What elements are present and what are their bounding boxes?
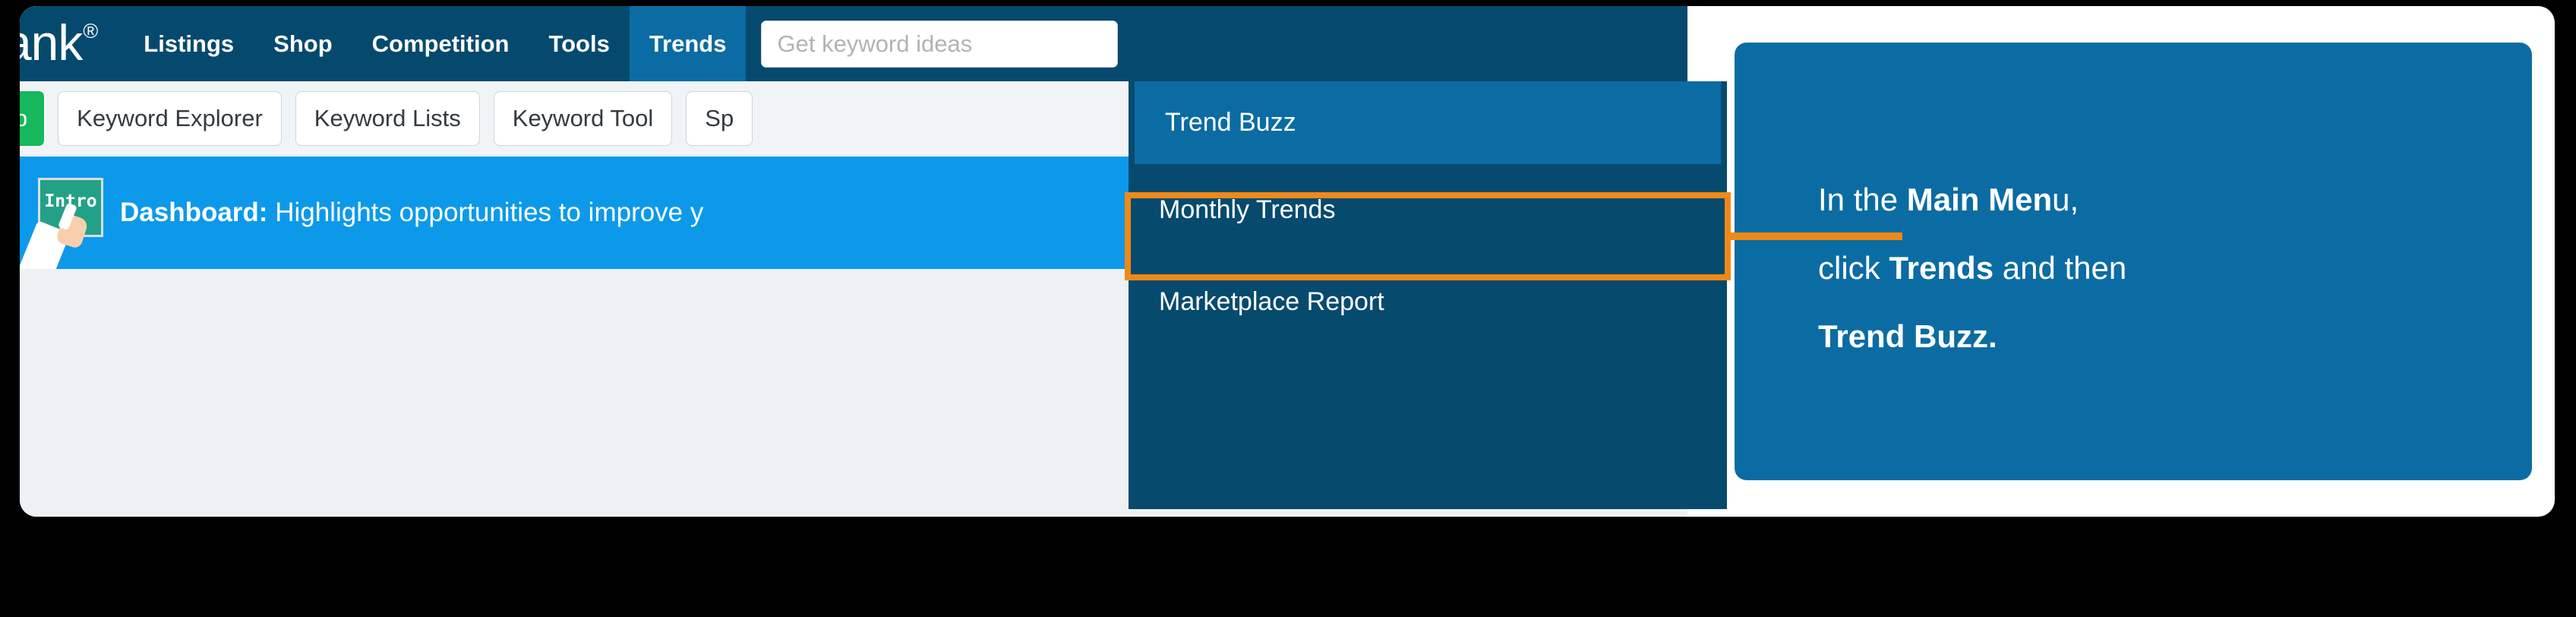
toolbar-button-keyword-explorer[interactable]: Keyword Explorer — [58, 90, 282, 146]
nav-item-shop[interactable]: Shop — [254, 6, 352, 81]
banner-text: Dashboard: Highlights opportunities to i… — [120, 198, 703, 228]
banner-title: Dashboard: — [120, 198, 268, 227]
banner-description: Highlights opportunities to improve y — [275, 198, 704, 227]
erank-logo[interactable]: rank® — [20, 14, 98, 71]
nav-item-competition[interactable]: Competition — [352, 6, 529, 81]
callout-line-2: click Trends and then — [1818, 252, 2532, 284]
keyword-search-input[interactable]: Get keyword ideas — [761, 20, 1119, 68]
menu-item-trend-buzz[interactable]: Trend Buzz — [1135, 81, 1721, 164]
menu-item-monthly-trends[interactable]: Monthly Trends — [1129, 164, 1727, 256]
callout-line1-bold: Main Men — [1906, 182, 2053, 217]
callout-line2-part3: and then — [1994, 250, 2127, 286]
nav-item-trends[interactable]: Trends — [629, 6, 747, 81]
callout-line1-part1: In the — [1818, 182, 1907, 217]
main-navigation-bar: rank® Listings Shop Competition Tools Tr… — [20, 6, 1687, 81]
callout-line-1: In the Main Menu, — [1818, 184, 2532, 216]
browser-window-frame: rank® Listings Shop Competition Tools Tr… — [20, 6, 2555, 517]
callout-line2-bold: Trends — [1889, 250, 1994, 286]
trends-dropdown-menu: Trend Buzz Monthly Trends Marketplace Re… — [1129, 81, 1727, 509]
registered-trademark-icon: ® — [83, 19, 98, 43]
toolbar-button-keyword-lists[interactable]: Keyword Lists — [295, 90, 480, 146]
logo-wordmark: rank — [20, 14, 83, 71]
instruction-callout: In the Main Menu, click Trends and then … — [1735, 43, 2532, 480]
help-button[interactable]: lp — [20, 90, 45, 146]
search-placeholder-text: Get keyword ideas — [777, 30, 973, 57]
callout-connector-line — [1725, 233, 1902, 240]
callout-line2-part1: click — [1818, 250, 1889, 286]
toolbar-button-spy[interactable]: Sp — [686, 90, 753, 146]
toolbar-button-keyword-tool[interactable]: Keyword Tool — [493, 90, 673, 146]
intro-chalkboard-icon[interactable]: Intro — [20, 175, 103, 286]
callout-line3-bold: Trend Buzz. — [1818, 318, 1997, 354]
nav-item-listings[interactable]: Listings — [124, 6, 254, 81]
menu-item-marketplace-report[interactable]: Marketplace Report — [1129, 256, 1727, 348]
callout-line1-part3: u, — [2052, 182, 2079, 217]
callout-line-3: Trend Buzz. — [1818, 321, 2532, 353]
nav-item-tools[interactable]: Tools — [529, 6, 629, 81]
